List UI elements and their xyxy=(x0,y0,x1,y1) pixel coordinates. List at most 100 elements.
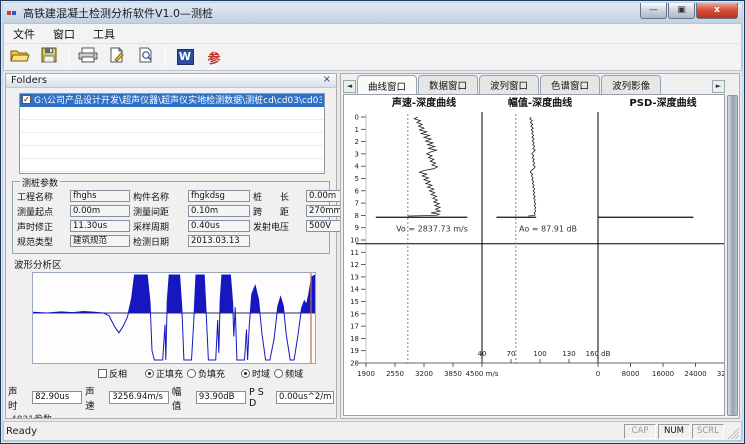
param-value-field[interactable]: 2013.03.13 xyxy=(188,235,250,247)
checkbox-icon xyxy=(98,369,107,378)
page-edit-icon xyxy=(108,47,126,67)
svg-text:5: 5 xyxy=(355,175,359,183)
tab-wavetrain-window[interactable]: 波列窗口 xyxy=(479,75,539,94)
freq-domain-radio[interactable]: 频域 xyxy=(274,367,303,380)
menu-bar: 文件 窗口 工具 xyxy=(3,23,742,43)
time-domain-radio[interactable]: 时域 xyxy=(241,367,270,380)
radio-icon xyxy=(187,369,196,378)
param-label: 规范类型 xyxy=(17,235,67,248)
svg-text:16: 16 xyxy=(350,310,359,318)
svg-text:18: 18 xyxy=(350,335,359,343)
param-value-field[interactable]: 0.10m xyxy=(188,205,250,217)
file-list[interactable]: ✓ G:\公司产品设计开发\超声仪器\超声仪实地检测数据\测桩cd\cd03\c… xyxy=(19,93,325,174)
waveform-plot[interactable] xyxy=(32,272,316,364)
folders-panel-header: Folders × xyxy=(6,74,336,88)
vertical-scrollbar[interactable] xyxy=(727,95,738,416)
radio-icon xyxy=(274,369,283,378)
close-button[interactable]: x xyxy=(696,3,738,19)
status-text: Ready xyxy=(6,426,37,437)
waveform-area-title: 波形分析区 xyxy=(14,257,336,271)
param-value-field[interactable]: 0.00m xyxy=(70,205,130,217)
tab-wavetrain-image[interactable]: 波列影像 xyxy=(601,75,661,94)
toolbar-separator xyxy=(68,47,69,67)
tab-data-window[interactable]: 数据窗口 xyxy=(418,75,478,94)
depth-charts-svg: 声速-深度曲线幅值-深度曲线PSD-深度曲线012345678910111213… xyxy=(344,95,725,405)
param-label: 声时修正 xyxy=(17,220,67,233)
file-list-item[interactable]: ✓ G:\公司产品设计开发\超声仪器\超声仪实地检测数据\测桩cd\cd03\c… xyxy=(20,94,324,107)
curves-window: ◄ 曲线窗口 数据窗口 波列窗口 色谱窗口 波列影像 ► 声速-深度曲线幅值-深… xyxy=(340,73,740,419)
psd-field[interactable]: 0.00us^2/m xyxy=(276,391,334,404)
maximize-button[interactable]: ▣ xyxy=(668,3,695,19)
svg-text:4: 4 xyxy=(355,163,360,171)
invert-checkbox[interactable]: 反相 xyxy=(98,367,127,380)
panel-close-icon[interactable]: × xyxy=(323,75,331,85)
status-bar: Ready CAP NUM SCRL xyxy=(3,421,742,441)
open-button[interactable] xyxy=(8,46,32,68)
readout-label: 声 时 xyxy=(8,384,29,412)
svg-text:9: 9 xyxy=(355,224,359,232)
caps-indicator: CAP xyxy=(624,424,656,439)
parameters-button[interactable]: 参 xyxy=(202,46,226,68)
save-button[interactable] xyxy=(37,46,61,68)
readouts-row: 声 时 82.90us 声 速 3256.94m/s 幅 值 93.90dB P… xyxy=(8,384,334,412)
svg-text:2: 2 xyxy=(355,138,359,146)
param-value-field[interactable]: 11.30us xyxy=(70,220,130,232)
tab-curve-window[interactable]: 曲线窗口 xyxy=(357,75,417,95)
minimize-button[interactable]: — xyxy=(640,3,667,19)
svg-text:幅值-深度曲线: 幅值-深度曲线 xyxy=(508,96,572,109)
tab-spectrum-window[interactable]: 色谱窗口 xyxy=(540,75,600,94)
num-indicator: NUM xyxy=(658,424,690,439)
svg-text:7: 7 xyxy=(355,200,359,208)
svg-text:PSD-深度曲线: PSD-深度曲线 xyxy=(629,96,696,109)
param-value-field[interactable]: fhgkdsg xyxy=(188,190,250,202)
param-label: 测量间距 xyxy=(133,205,185,218)
menu-file[interactable]: 文件 xyxy=(4,24,44,44)
svg-text:6: 6 xyxy=(355,187,360,195)
menu-tools[interactable]: 工具 xyxy=(84,24,124,44)
svg-text:0: 0 xyxy=(355,114,359,122)
svg-text:24000: 24000 xyxy=(684,370,706,378)
print-button[interactable] xyxy=(76,46,100,68)
sound-speed-field[interactable]: 3256.94m/s xyxy=(109,391,169,404)
svg-text:3: 3 xyxy=(355,150,359,158)
window-title: 高铁建混凝土检测分析软件V1.0—测桩 xyxy=(23,5,213,21)
svg-text:130: 130 xyxy=(562,350,575,358)
export-button[interactable] xyxy=(105,46,129,68)
word-report-button[interactable]: W xyxy=(173,46,197,68)
fill-positive-radio[interactable]: 正填充 xyxy=(145,367,183,380)
svg-text:3200: 3200 xyxy=(415,370,433,378)
toolbar-separator xyxy=(165,47,166,67)
amplitude-field[interactable]: 93.90dB xyxy=(196,391,246,404)
readout-label: 幅 值 xyxy=(172,384,193,412)
tab-scroll-left-icon[interactable]: ◄ xyxy=(343,80,356,93)
svg-text:70: 70 xyxy=(507,350,516,358)
toolbar: W 参 xyxy=(3,43,742,71)
param-value-field[interactable]: fhghs xyxy=(70,190,130,202)
svg-text:15: 15 xyxy=(350,298,359,306)
scroll-indicator: SCRL xyxy=(692,424,724,439)
tab-scroll-right-icon[interactable]: ► xyxy=(712,80,725,93)
radio-icon xyxy=(241,369,250,378)
file-list-empty-row xyxy=(20,159,324,172)
open-folder-icon xyxy=(10,47,30,67)
depth-curves-chart[interactable]: 声速-深度曲线幅值-深度曲线PSD-深度曲线012345678910111213… xyxy=(343,94,725,416)
param-value-field[interactable]: 0.40us xyxy=(188,220,250,232)
param-value-field[interactable]: 建筑规范 xyxy=(70,235,130,247)
resize-grip[interactable] xyxy=(726,424,739,439)
printer-icon xyxy=(78,47,98,67)
file-checkbox[interactable]: ✓ xyxy=(22,95,31,104)
svg-text:13: 13 xyxy=(350,273,359,281)
param-label: 测量起点 xyxy=(17,205,67,218)
param-char-icon: 参 xyxy=(207,48,220,67)
fill-negative-radio[interactable]: 负填充 xyxy=(187,367,225,380)
sound-time-field[interactable]: 82.90us xyxy=(32,391,82,404)
menu-window[interactable]: 窗口 xyxy=(44,24,84,44)
file-list-empty-row xyxy=(20,172,324,174)
preview-button[interactable] xyxy=(134,46,158,68)
clipped-caption: 4821参数 xyxy=(11,412,336,418)
svg-text:1: 1 xyxy=(355,126,359,134)
pile-params-groupbox: 测桩参数 工程名称 fhghs 构件名称 fhgkdsg 桩 长 0.00m 测… xyxy=(12,181,330,254)
svg-text:12: 12 xyxy=(350,261,359,269)
svg-text:16000: 16000 xyxy=(652,370,674,378)
folders-panel: Folders × ✓ G:\公司产品设计开发\超声仪器\超声仪实地检测数据\测… xyxy=(5,73,337,419)
